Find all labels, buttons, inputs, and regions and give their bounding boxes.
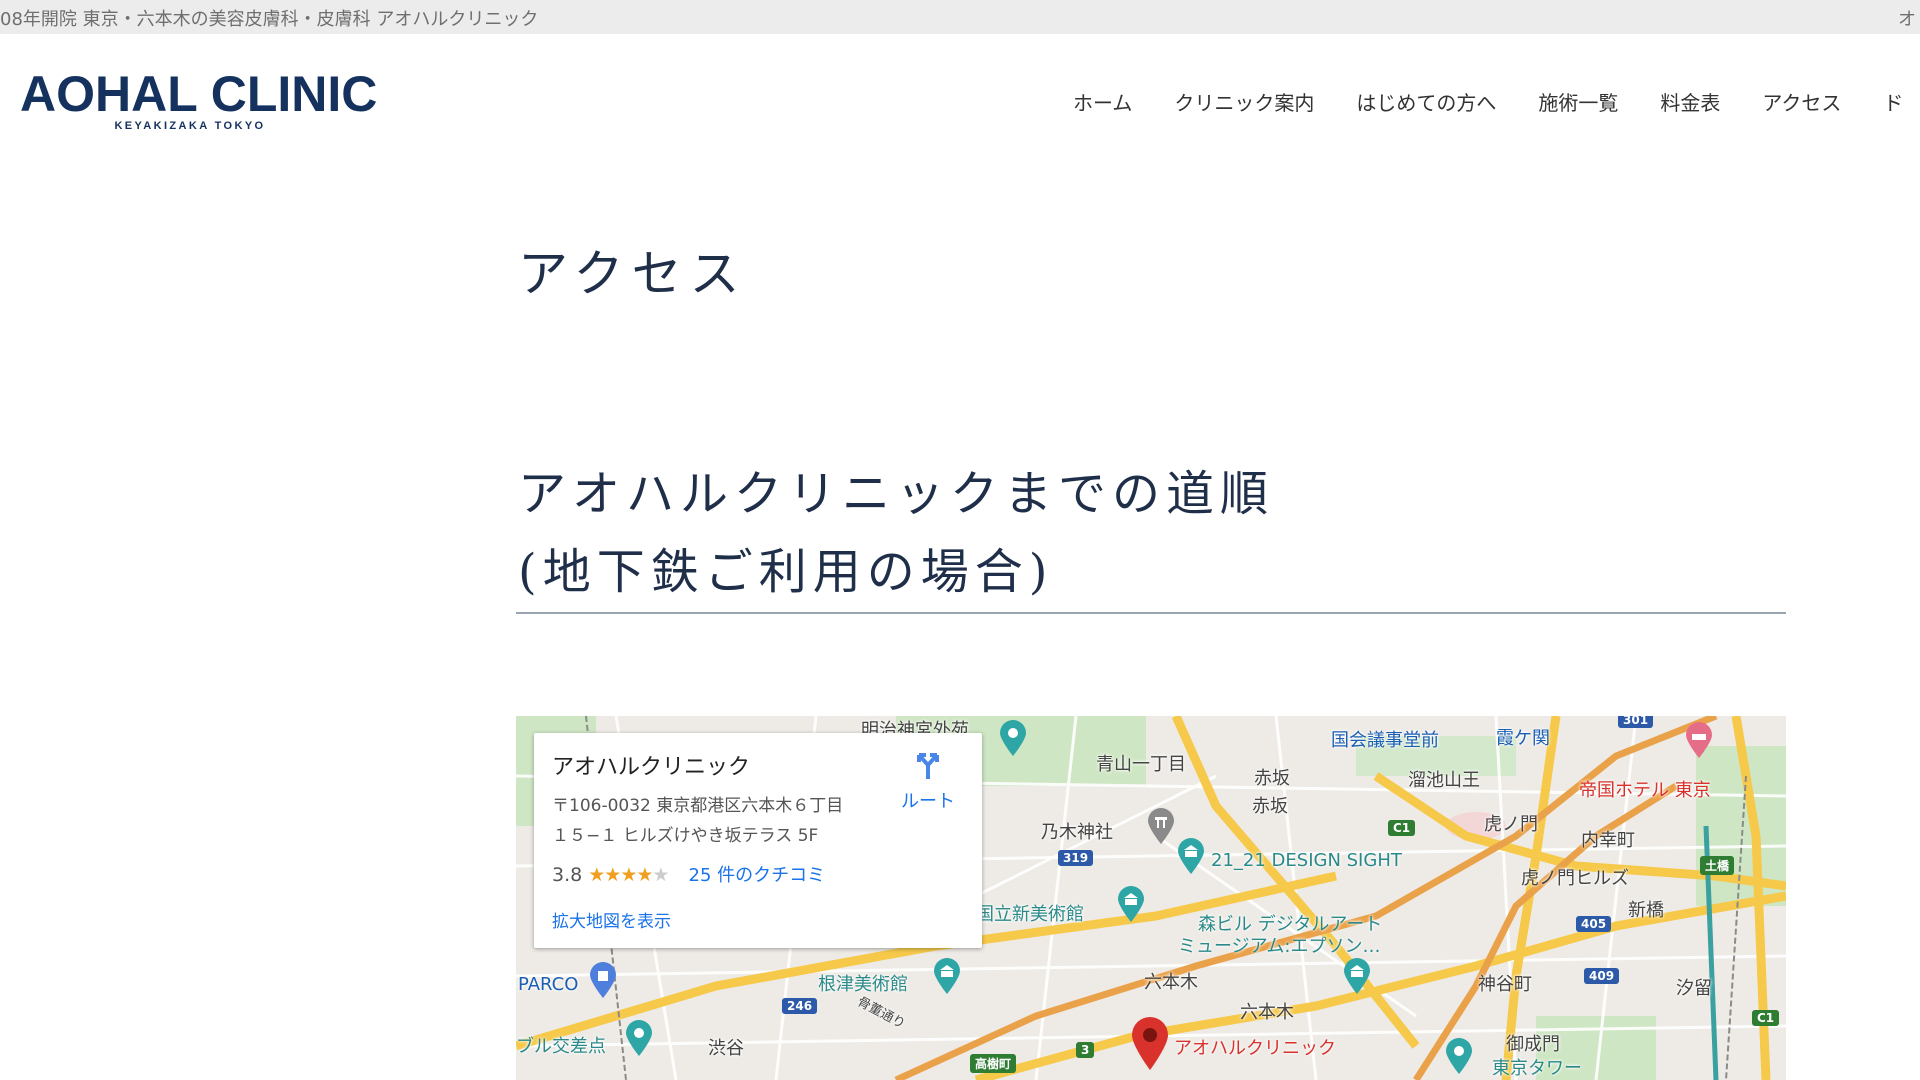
map-label-akasaka: 赤坂: [1252, 796, 1288, 817]
map-label-roppongi-station: 六本木: [1144, 972, 1198, 993]
road-shield-319: 319: [1058, 850, 1094, 866]
map-label-shinbashi: 新橋: [1628, 900, 1664, 921]
logo-wordmark: AOHAL CLINIC: [20, 66, 378, 122]
place-address-line1: 〒106-0032 東京都港区六本木６丁目: [552, 796, 844, 816]
section-title: アオハルクリニックまでの道順 (地下鉄ご利用の場合): [518, 455, 1274, 611]
map-label-onarimon: 御成門: [1506, 1034, 1560, 1055]
road-shield-3: 3: [1076, 1042, 1095, 1058]
map-label-shibuya: 渋谷: [708, 1038, 744, 1059]
map-label-epson: ミュージアム:エプソン…: [1178, 936, 1381, 957]
map-label-roppongi: 六本木: [1240, 1002, 1294, 1023]
main-navigation: ホーム クリニック案内 はじめての方へ 施術一覧 料金表 アクセス ド: [1073, 87, 1920, 116]
nav-item-truncated[interactable]: ド: [1883, 87, 1903, 116]
map-label-uchisaiwaicho: 内幸町: [1581, 830, 1635, 851]
place-rating: 3.8 ★★★★★ 25 件のクチコミ: [552, 861, 825, 887]
map-label-akasaka-station: 赤坂: [1254, 768, 1290, 789]
nav-item-first-time[interactable]: はじめての方へ: [1356, 87, 1496, 116]
map-label-design-sight: 21_21 DESIGN SIGHT: [1211, 850, 1402, 871]
reviews-link[interactable]: 25 件のクチコミ: [689, 865, 826, 886]
nav-item-home[interactable]: ホーム: [1073, 87, 1132, 116]
place-address-line2: １５−１ ヒルズけやき坂テラス 5F: [552, 826, 819, 846]
top-announcement-bar: 08年開院 東京・六本木の美容皮膚科・皮膚科 アオハルクリニック オ: [0, 0, 1920, 34]
place-name: アオハルクリニック: [552, 755, 751, 780]
map-label-imperial-hotel: 帝国ホテル 東京: [1579, 780, 1711, 801]
site-logo[interactable]: AOHAL CLINIC KEYAKIZAKA TOKYO: [20, 66, 378, 132]
road-shield-405: 405: [1576, 916, 1612, 932]
map-label-clinic-pin: アオハルクリニック: [1174, 1038, 1336, 1059]
page-title: アクセス: [518, 245, 748, 303]
map-label-shiodome: 汐留: [1676, 978, 1712, 999]
map-label-toranomon-hills: 虎ノ門ヒルズ: [1521, 868, 1629, 889]
road-shield-301: 301: [1618, 716, 1654, 728]
section-title-line2: (地下鉄ご利用の場合): [518, 544, 1054, 600]
road-shield-c1-b: C1: [1752, 1010, 1780, 1026]
map-label-aoyama: 青山一丁目: [1096, 754, 1186, 775]
announcement-text-right: オ: [1898, 9, 1916, 30]
route-button[interactable]: ルート: [892, 747, 964, 813]
map-label-tsuchihashi: 土橋: [1700, 856, 1735, 875]
map-place-card: アオハルクリニック 〒106-0032 東京都港区六本木６丁目 １５−１ ヒルズ…: [534, 733, 982, 948]
map-label-national-art: 国立新美術館: [976, 904, 1084, 925]
map-label-tameike: 溜池山王: [1408, 770, 1480, 791]
road-shield-409: 409: [1584, 968, 1620, 984]
route-label: ルート: [901, 791, 955, 812]
rating-value: 3.8: [552, 864, 583, 886]
nav-item-clinic-info[interactable]: クリニック案内: [1174, 87, 1314, 116]
section-divider: [516, 612, 1786, 614]
route-icon: [917, 753, 939, 779]
enlarge-map-link[interactable]: 拡大地図を表示: [552, 907, 671, 932]
nav-item-price-list[interactable]: 料金表: [1660, 87, 1720, 116]
map-label-kokkai: 国会議事堂前: [1331, 730, 1439, 751]
map-label-takagicho: 高樹町: [970, 1054, 1017, 1073]
map-label-nogi: 乃木神社: [1041, 822, 1113, 843]
road-shield-246: 246: [782, 998, 818, 1014]
map-label-kamiyacho: 神谷町: [1478, 974, 1532, 995]
map-label-shibuya-crossing: ブル交差点: [516, 1036, 606, 1057]
nav-item-access[interactable]: アクセス: [1762, 87, 1841, 116]
rating-stars-icon: ★★★★★: [588, 864, 669, 886]
road-shield-c1-a: C1: [1388, 820, 1416, 836]
announcement-text: 08年開院 東京・六本木の美容皮膚科・皮膚科 アオハルクリニック: [0, 9, 539, 30]
nav-item-treatments[interactable]: 施術一覧: [1538, 87, 1618, 116]
map-label-toranomon: 虎ノ門: [1484, 814, 1538, 835]
map-label-parco: PARCO: [518, 974, 579, 995]
section-title-line1: アオハルクリニックまでの道順: [518, 466, 1275, 522]
map-label-kasumigaseki: 霞ケ関: [1496, 728, 1550, 749]
map-label-tokyo-tower: 東京タワー: [1492, 1058, 1582, 1079]
place-address: 〒106-0032 東京都港区六本木６丁目 １５−１ ヒルズけやき坂テラス 5F: [552, 791, 892, 851]
